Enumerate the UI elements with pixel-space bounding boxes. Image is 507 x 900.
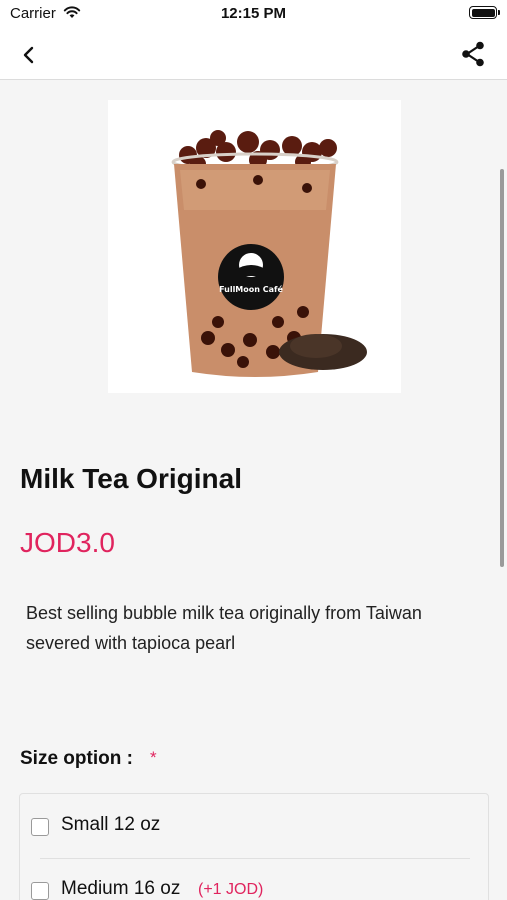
share-button[interactable] [459, 40, 487, 68]
bubble-tea-illustration: FullMoon Café [171, 130, 367, 377]
back-button[interactable] [16, 42, 42, 68]
size-option-medium[interactable]: Medium 16 oz (+1 JOD) [20, 858, 490, 900]
required-asterisk: * [150, 748, 157, 767]
logo-text: FullMoon Café [219, 284, 283, 294]
size-options-list: Small 12 oz Medium 16 oz (+1 JOD) [19, 793, 489, 900]
option-label: Small 12 oz [61, 814, 161, 835]
option-price-extra: (+1 JOD) [198, 881, 264, 898]
product-title: Milk Tea Original [20, 463, 242, 494]
size-option-small[interactable]: Small 12 oz [20, 794, 490, 859]
product-image: FullMoon Café [108, 100, 401, 393]
battery-icon [469, 6, 500, 19]
status-bar: Carrier 12:15 PM [0, 0, 507, 30]
clock: 12:15 PM [220, 5, 287, 22]
scrollbar[interactable] [500, 169, 504, 567]
small-checkbox[interactable] [31, 818, 49, 836]
product-description: Best selling bubble milk tea originally … [26, 603, 422, 653]
medium-checkbox[interactable] [31, 882, 49, 900]
option-label: Medium 16 oz [61, 878, 181, 899]
size-option-label: Size option : [20, 748, 133, 769]
product-price: JOD3.0 [20, 527, 115, 558]
product-detail-content[interactable]: FullMoon Café Milk Tea Original JOD3.0 B… [0, 81, 507, 900]
nav-bar [0, 30, 507, 80]
